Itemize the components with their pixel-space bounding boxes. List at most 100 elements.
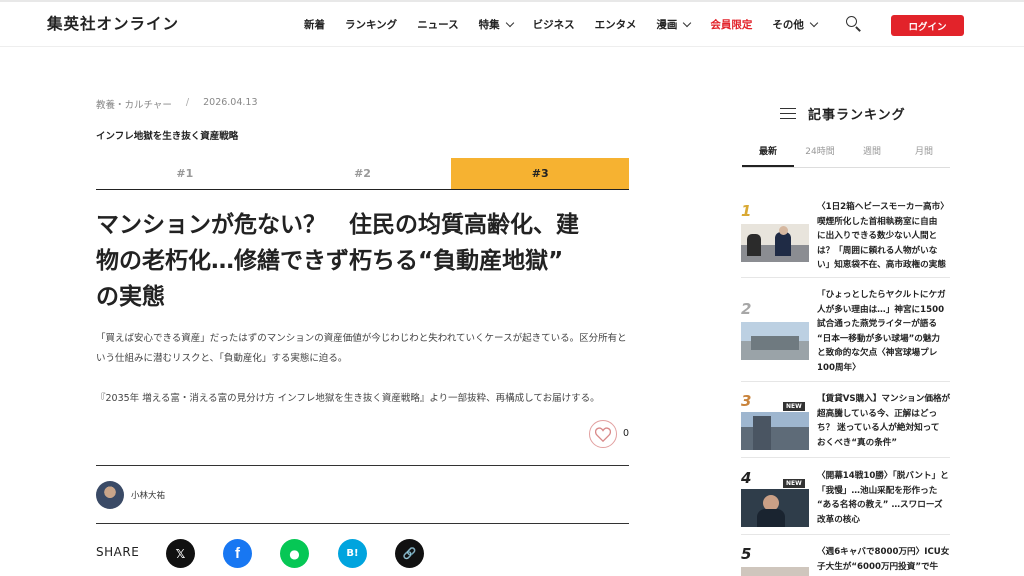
chevron-down-icon: [505, 18, 514, 27]
article-thumbnail: [741, 322, 809, 360]
article-thumbnail: [741, 489, 809, 527]
x-share-button[interactable]: 𝕏: [166, 539, 195, 568]
article-meta: 教養・カルチャー / 2026.04.13: [96, 97, 258, 111]
title-line: 【賃貸VS購入】マンション価格が: [817, 394, 951, 404]
avatar[interactable]: [96, 481, 124, 509]
title-line: マンションが危ない？ 住民の均質高齢化、建: [96, 212, 579, 238]
series-tab-2[interactable]: #2: [274, 158, 452, 189]
new-badge: NEW: [783, 402, 805, 411]
chevron-down-icon: [809, 18, 819, 27]
new-badge: NEW: [783, 479, 805, 488]
list-icon: [780, 107, 796, 121]
line-share-button[interactable]: ●: [280, 539, 309, 568]
ranking-item-title: 「ひょっとしたらヤクルトにケガ 人が多い理由は…」神宮に1500 試合通った燕党…: [817, 288, 951, 375]
rank-number: 5: [741, 545, 752, 563]
article-thumbnail: [741, 224, 809, 262]
nav-item-features[interactable]: 特集: [479, 17, 514, 32]
article-lead: 「買えば安心できる資産」だったはずのマンションの資産価値が今じわじわと失われてい…: [96, 329, 631, 369]
nav-item-news[interactable]: ニュース: [417, 17, 458, 32]
title-line: 試合通った燕党ライターが語る: [817, 319, 937, 329]
site-header: 集英社オンライン 新着 ランキング ニュース 特集 ビジネス エンタメ 漫画 会…: [0, 0, 1024, 47]
heart-icon: [595, 426, 611, 442]
title-line: 100周年〉: [817, 362, 861, 373]
ranking-item[interactable]: 4 NEW 〈開幕14戦10勝〉「脱バント」と 「我慢」…池山采配を形作った “…: [741, 469, 950, 535]
article-thumbnail: [741, 412, 809, 450]
title-line: 人が多い理由は…」神宮に1500: [817, 304, 945, 315]
title-line: 「我慢」…池山采配を形作った: [817, 485, 938, 496]
ranking-item-title: 〈週6キャバで8000万円〉ICU女 子大生が“6000万円投資”で牛: [817, 545, 951, 574]
nav-item-other[interactable]: その他: [772, 17, 819, 32]
ranking-item-title: 〈1日2箱ヘビースモーカー高市〉 喫煙所化した首相執務室に自由 に出入りできる数…: [817, 200, 951, 273]
nav-item-new[interactable]: 新着: [304, 17, 325, 32]
rank-number: 2: [741, 300, 752, 318]
nav-item-ranking[interactable]: ランキング: [345, 17, 397, 32]
nav-item-manga[interactable]: 漫画: [656, 17, 692, 32]
title-line: ち？ 迷っている人が絶対知って: [817, 423, 940, 433]
title-line: 物の老朽化…修繕できず朽ちる“負動産地獄”: [96, 248, 564, 274]
divider: [96, 465, 629, 466]
ranking-tab-monthly[interactable]: 月間: [898, 140, 950, 167]
title-line: は？「周囲に頼れる人物がいな: [817, 245, 938, 256]
source-note: 『2035年 増える富・消える富の見分け方 インフレ地獄を生き抜く資産戦略』より…: [96, 393, 600, 404]
author-name[interactable]: 小林大祐: [131, 489, 165, 501]
title-line: おくべき“真の条件”: [817, 437, 898, 448]
line-icon: ●: [289, 546, 300, 561]
title-line: 「ひょっとしたらヤクルトにケガ: [817, 290, 946, 300]
lead-line: 「買えば安心できる資産」だったはずのマンションの資産価値が今じわじわと失われてい…: [96, 333, 627, 344]
title-line: 喫煙所化した首相執務室に自由: [817, 216, 938, 227]
nav-item-members[interactable]: 会員限定: [710, 17, 752, 32]
ranking-item[interactable]: 1 〈1日2箱ヘビースモーカー高市〉 喫煙所化した首相執務室に自由 に出入りでき…: [741, 200, 950, 278]
ranking-tab-weekly[interactable]: 週間: [846, 140, 898, 167]
facebook-share-button[interactable]: f: [223, 539, 252, 568]
article-title: マンションが危ない？ 住民の均質高齢化、建 物の老朽化…修繕できず朽ちる“負動産…: [96, 207, 636, 315]
title-line: 〈週6キャバで8000万円〉ICU女: [817, 547, 950, 557]
article-thumbnail: [741, 567, 809, 576]
hatena-share-button[interactable]: B!: [338, 539, 367, 568]
divider: [96, 523, 629, 524]
rank-number: 1: [741, 202, 752, 220]
search-icon[interactable]: [846, 16, 862, 32]
ranking-item[interactable]: 5 〈週6キャバで8000万円〉ICU女 子大生が“6000万円投資”で牛: [741, 545, 950, 576]
title-line: と致命的な欠点〈神宮球場プレ: [817, 348, 938, 358]
hatena-icon: B!: [346, 548, 359, 559]
series-title[interactable]: インフレ地獄を生き抜く資産戦略: [96, 128, 238, 142]
like-button[interactable]: [589, 420, 617, 448]
series-tabs: #1 #2 #3: [96, 158, 630, 190]
article-category[interactable]: 教養・カルチャー: [96, 97, 172, 111]
meta-separator: /: [185, 97, 190, 108]
title-line: 子大生が“6000万円投資”で牛: [817, 561, 939, 572]
article-date: 2026.04.13: [203, 97, 258, 108]
link-icon: 🔗: [402, 547, 417, 560]
nav-item-business[interactable]: ビジネス: [533, 17, 575, 32]
rank-number: 4: [741, 469, 752, 487]
site-logo[interactable]: 集英社オンライン: [47, 12, 179, 34]
title-line: “ある名将の教え” …スワローズ: [817, 500, 943, 510]
main-nav: 新着 ランキング ニュース 特集 ビジネス エンタメ 漫画 会員限定 その他: [304, 17, 837, 32]
ranking-title: 記事ランキング: [808, 108, 906, 123]
rank-number: 3: [741, 392, 752, 410]
x-icon: 𝕏: [175, 546, 186, 561]
title-line: に出入りできる数少ない人間と: [817, 231, 938, 241]
series-tab-3[interactable]: #3: [451, 158, 630, 189]
title-line: 超高騰している今、正解はどっ: [817, 408, 938, 419]
title-line: の実態: [96, 284, 165, 310]
title-line: い」知恵袋不在、高市政権の実態: [817, 260, 946, 270]
ranking-item-title: 〈開幕14戦10勝〉「脱バント」と 「我慢」…池山采配を形作った “ある名将の教…: [817, 469, 951, 527]
chevron-down-icon: [683, 18, 692, 27]
ranking-tabs: 最新 24時間 週間 月間: [742, 140, 950, 168]
ranking-item[interactable]: 3 NEW 【賃貸VS購入】マンション価格が 超高騰している今、正解はどっ ち？…: [741, 392, 950, 458]
like-count: 0: [623, 428, 630, 439]
ranking-header: 記事ランキング: [780, 104, 906, 123]
series-tab-1[interactable]: #1: [96, 158, 274, 189]
title-line: “日本一移動が多い球場”の魅力: [817, 333, 941, 344]
ranking-item[interactable]: 2 「ひょっとしたらヤクルトにケガ 人が多い理由は…」神宮に1500 試合通った…: [741, 288, 950, 382]
nav-item-entertainment[interactable]: エンタメ: [595, 17, 637, 32]
ranking-tab-24h[interactable]: 24時間: [794, 140, 846, 167]
share-label: SHARE: [96, 545, 140, 559]
copy-link-button[interactable]: 🔗: [395, 539, 424, 568]
facebook-icon: f: [235, 545, 240, 562]
ranking-tab-latest[interactable]: 最新: [742, 140, 794, 167]
lead-line: いう仕組みに潜むリスクと、「負動産化」する実態に迫る。: [96, 353, 348, 364]
title-line: 改革の核心: [817, 514, 860, 525]
login-button[interactable]: ログイン: [891, 15, 964, 36]
